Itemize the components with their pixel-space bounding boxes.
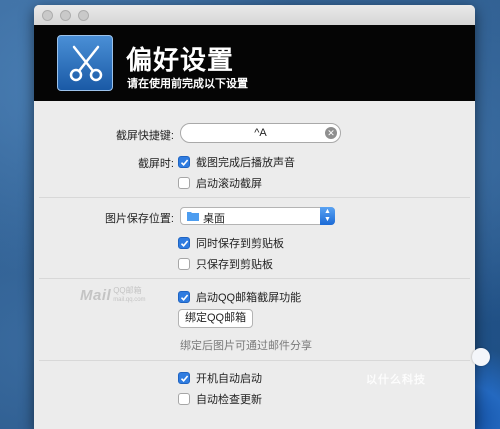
checkbox-label: 启动滚动截屏 (196, 178, 262, 190)
page-title: 偏好设置 (126, 45, 235, 75)
watermark-text: 以什么科技 (366, 374, 426, 386)
hotkey-field[interactable]: ^A ✕ (180, 123, 341, 143)
preferences-window: 偏好设置 请在使用前完成以下设置 截屏快捷键: ^A ✕ 截屏时: 截图完成后播… (34, 5, 475, 429)
checkbox-label: 启动QQ邮箱截屏功能 (196, 292, 302, 304)
auto-update-checkbox[interactable]: 自动检查更新 (178, 391, 262, 407)
checkbox-unchecked-icon (178, 393, 190, 405)
checkbox-label: 只保存到剪贴板 (196, 259, 273, 271)
hotkey-label: 截屏快捷键: (115, 130, 174, 142)
launch-at-login-checkbox[interactable]: 开机自动启动 (178, 370, 262, 386)
play-sound-checkbox[interactable]: 截图完成后播放声音 (178, 154, 295, 170)
section-divider (39, 360, 470, 361)
save-location-select[interactable]: 桌面 ▲ ▼ (180, 207, 335, 225)
save-location-value: 桌面 (203, 213, 225, 225)
scroll-capture-checkbox[interactable]: 启动滚动截屏 (178, 175, 262, 191)
bind-qq-mail-button[interactable]: 绑定QQ邮箱 (178, 309, 254, 328)
mail-logo-cn: QQ邮箱 (113, 286, 142, 295)
save-location-label: 图片保存位置: (104, 213, 174, 225)
chevron-updown-icon: ▲ ▼ (320, 207, 335, 225)
hotkey-value: ^A (254, 127, 267, 139)
checkbox-label: 自动检查更新 (196, 394, 262, 406)
window-titlebar[interactable] (34, 5, 475, 25)
page-subtitle: 请在使用前完成以下设置 (127, 78, 248, 90)
capture-label: 截屏时: (137, 158, 174, 170)
section-divider (39, 278, 470, 279)
minimize-window-button[interactable] (60, 10, 71, 21)
mail-logo-url: mail.qq.com (113, 297, 146, 303)
close-window-button[interactable] (42, 10, 53, 21)
also-clipboard-checkbox[interactable]: 同时保存到剪贴板 (178, 235, 284, 251)
section-divider (39, 197, 470, 198)
checkbox-unchecked-icon (178, 177, 190, 189)
checkbox-checked-icon (178, 156, 190, 168)
qq-mail-enable-checkbox[interactable]: 启动QQ邮箱截屏功能 (178, 289, 301, 305)
checkbox-label: 开机自动启动 (196, 373, 262, 385)
mail-logo-sub: QQ邮箱 mail.qq.com (113, 287, 145, 304)
checkbox-unchecked-icon (178, 258, 190, 270)
desktop-widget[interactable] (472, 348, 490, 366)
preferences-header: 偏好设置 请在使用前完成以下设置 (34, 25, 475, 101)
zoom-window-button[interactable] (78, 10, 89, 21)
bind-hint-text: 绑定后图片可通过邮件分享 (180, 340, 312, 352)
checkbox-checked-icon (178, 372, 190, 384)
scissors-icon (57, 35, 113, 91)
checkbox-checked-icon (178, 237, 190, 249)
clear-icon[interactable]: ✕ (325, 127, 337, 139)
checkbox-label: 截图完成后播放声音 (196, 157, 295, 169)
clipboard-only-checkbox[interactable]: 只保存到剪贴板 (178, 256, 273, 272)
checkbox-checked-icon (178, 291, 190, 303)
mail-logo-text: Mail (80, 287, 112, 304)
qq-mail-logo: Mail QQ邮箱 mail.qq.com (80, 287, 146, 305)
checkbox-label: 同时保存到剪贴板 (196, 238, 284, 250)
folder-icon (187, 212, 199, 221)
